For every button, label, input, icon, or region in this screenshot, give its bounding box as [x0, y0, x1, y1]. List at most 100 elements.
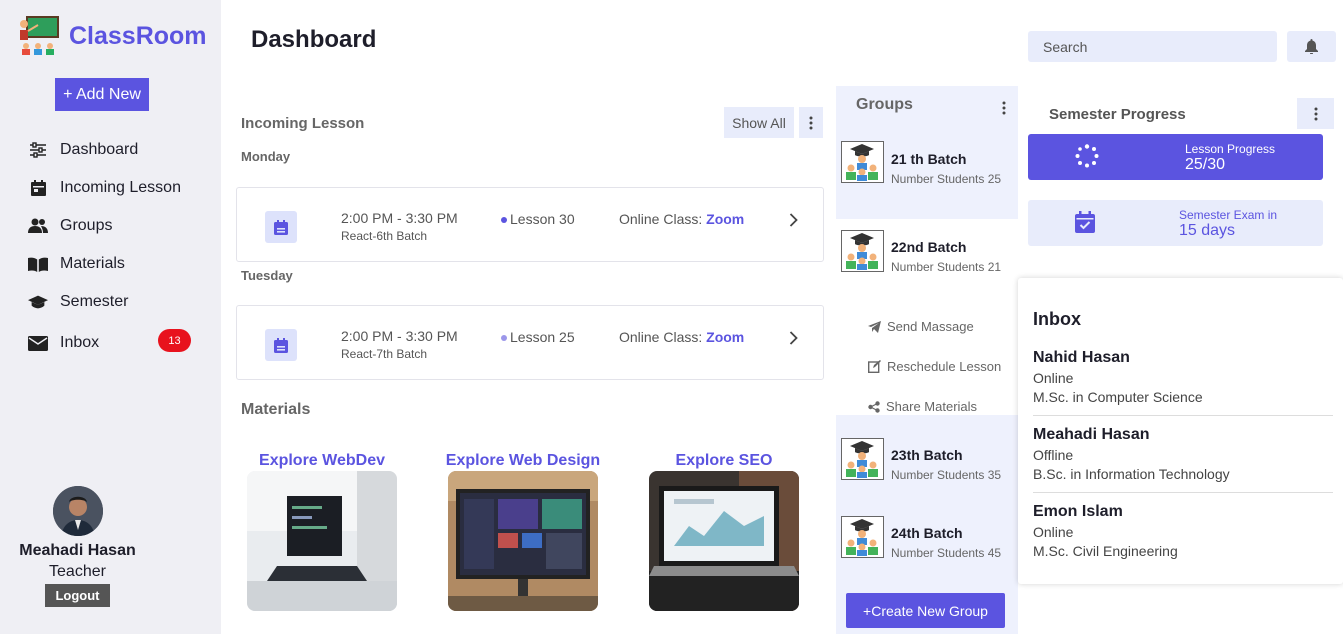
lesson-number: Lesson 25: [501, 329, 575, 345]
sidebar-item-semester[interactable]: Semester: [28, 283, 203, 321]
sliders-icon: [28, 140, 48, 160]
kebab-icon: [809, 116, 813, 129]
material-image-analytics-laptop: [649, 471, 799, 611]
lesson-progress-card[interactable]: Lesson Progress 25/30: [1028, 134, 1323, 180]
material-card-webdesign[interactable]: Explore Web Design: [446, 452, 600, 611]
lesson-card[interactable]: 2:00 PM - 3:30 PM React-6th Batch Lesson…: [236, 187, 824, 262]
kebab-icon: [1314, 107, 1317, 120]
lesson-progress-value: 25/30: [1185, 156, 1226, 173]
group-count: Number Students 45: [891, 546, 1002, 560]
sidebar-item-incoming-lesson[interactable]: Incoming Lesson: [28, 169, 203, 207]
day-label: Monday: [241, 149, 291, 164]
material-image-laptop-code: [247, 471, 397, 611]
user-role: Teacher: [49, 563, 106, 580]
add-new-button[interactable]: + Add New: [55, 78, 149, 111]
group-name: 21 th Batch: [891, 151, 967, 167]
material-image-monitor: [448, 471, 598, 611]
group-avatar-icon: [841, 438, 884, 480]
sidebar-item-dashboard[interactable]: Dashboard: [28, 131, 203, 169]
group-item[interactable]: 24th Batch Number Students 45: [836, 508, 1018, 594]
semester-exam-value: 15 days: [1179, 222, 1236, 239]
app-title: ClassRoom: [69, 21, 207, 50]
edit-icon: [868, 360, 881, 373]
lesson-online: Online Class: Zoom: [619, 211, 744, 227]
material-title[interactable]: Explore SEO: [649, 452, 799, 471]
group-avatar-icon: [841, 230, 884, 272]
chevron-right-icon[interactable]: [789, 213, 798, 227]
zoom-link[interactable]: Zoom: [706, 329, 744, 345]
incoming-lesson-title: Incoming Lesson: [241, 115, 365, 132]
lesson-progress-label: Lesson Progress: [1185, 142, 1276, 156]
users-icon: [28, 216, 48, 236]
create-group-button[interactable]: +Create New Group: [846, 593, 1005, 628]
calendar-icon: [28, 178, 48, 198]
group-item[interactable]: 21 th Batch Number Students 25: [836, 126, 1018, 212]
groups-title: Groups: [856, 96, 913, 113]
calendar-icon: [265, 329, 297, 361]
inbox-message[interactable]: Nahid Hasan Online M.Sc. in Computer Sci…: [1033, 349, 1333, 416]
logo[interactable]: ClassRoom: [18, 16, 207, 56]
zoom-link[interactable]: Zoom: [706, 211, 744, 227]
sender-degree: M.Sc. in Computer Science: [1033, 389, 1203, 405]
inbox-count-badge: 13: [158, 329, 191, 352]
action-label: Reschedule Lesson: [887, 359, 1002, 374]
lesson-card[interactable]: 2:00 PM - 3:30 PM React-7th Batch Lesson…: [236, 305, 824, 380]
semester-more-button[interactable]: [1297, 98, 1334, 129]
send-message-action[interactable]: Send Massage: [868, 319, 974, 334]
sidebar-item-label: Semester: [60, 293, 129, 310]
inbox-message[interactable]: Emon Islam Online M.Sc. Civil Engineerin…: [1033, 503, 1333, 559]
semester-exam-label: Semester Exam in: [1179, 208, 1278, 222]
page-title: Dashboard: [251, 26, 377, 53]
material-title[interactable]: Explore Web Design: [438, 452, 608, 471]
semester-progress-title: Semester Progress: [1049, 106, 1186, 123]
sender-status: Online: [1033, 524, 1074, 540]
group-avatar-icon: [841, 141, 884, 183]
lesson-number-text: Lesson 25: [510, 329, 575, 345]
material-card-webdev[interactable]: Explore WebDev: [247, 452, 397, 611]
action-label: Share Materials: [886, 399, 978, 414]
incoming-more-button[interactable]: [799, 107, 823, 138]
inbox-title: Inbox: [1033, 309, 1081, 329]
sender-name: Nahid Hasan: [1033, 349, 1130, 366]
share-icon: [868, 400, 880, 413]
inbox-message[interactable]: Meahadi Hasan Offline B.Sc. in Informati…: [1033, 426, 1333, 493]
chevron-right-icon[interactable]: [789, 331, 798, 345]
lesson-online: Online Class: Zoom: [619, 329, 744, 345]
user-name: Meahadi Hasan: [19, 542, 136, 559]
group-item[interactable]: 23th Batch Number Students 35: [836, 430, 1018, 516]
sidebar-item-groups[interactable]: Groups: [28, 207, 203, 245]
semester-exam-card[interactable]: Semester Exam in 15 days: [1028, 200, 1323, 246]
groups-panel: Groups 21 th Batch Number Students 25 22…: [836, 86, 1018, 634]
sidebar-item-label: Inbox: [60, 334, 100, 351]
sidebar-item-materials[interactable]: Materials: [28, 245, 203, 283]
show-all-button[interactable]: Show All: [724, 107, 794, 138]
material-card-seo[interactable]: Explore SEO: [649, 452, 799, 611]
inbox-panel: Inbox Nahid Hasan Online M.Sc. in Comput…: [1018, 278, 1343, 584]
group-name: 22nd Batch: [891, 239, 967, 255]
materials-title: Materials: [241, 401, 311, 418]
sender-name: Emon Islam: [1033, 503, 1123, 520]
share-materials-action[interactable]: Share Materials: [868, 399, 977, 414]
day-label: Tuesday: [241, 268, 293, 283]
paper-plane-icon: [868, 320, 881, 333]
sender-status: Offline: [1033, 447, 1074, 463]
reschedule-lesson-action[interactable]: Reschedule Lesson: [868, 359, 1001, 374]
sender-degree: B.Sc. in Information Technology: [1033, 466, 1230, 482]
calendar-icon: [265, 211, 297, 243]
sidebar-nav: Dashboard Incoming Lesson Groups Materia…: [28, 131, 203, 365]
book-icon: [28, 254, 48, 274]
online-class-label: Online Class:: [619, 211, 703, 227]
sidebar-item-inbox[interactable]: Inbox 13: [28, 321, 203, 365]
sidebar-item-label: Groups: [60, 217, 113, 234]
envelope-icon: [28, 333, 48, 353]
avatar[interactable]: [52, 486, 103, 536]
group-count: Number Students 35: [891, 468, 1002, 482]
group-name: 24th Batch: [891, 525, 963, 541]
online-class-label: Online Class:: [619, 329, 703, 345]
logout-button[interactable]: Logout: [45, 584, 110, 607]
material-title[interactable]: Explore WebDev: [237, 452, 407, 471]
kebab-icon[interactable]: [1002, 101, 1006, 115]
search-input[interactable]: [1028, 31, 1277, 62]
group-item-expanded[interactable]: 22nd Batch Number Students 21 Send Massa…: [836, 219, 1018, 415]
notification-button[interactable]: [1287, 31, 1336, 62]
